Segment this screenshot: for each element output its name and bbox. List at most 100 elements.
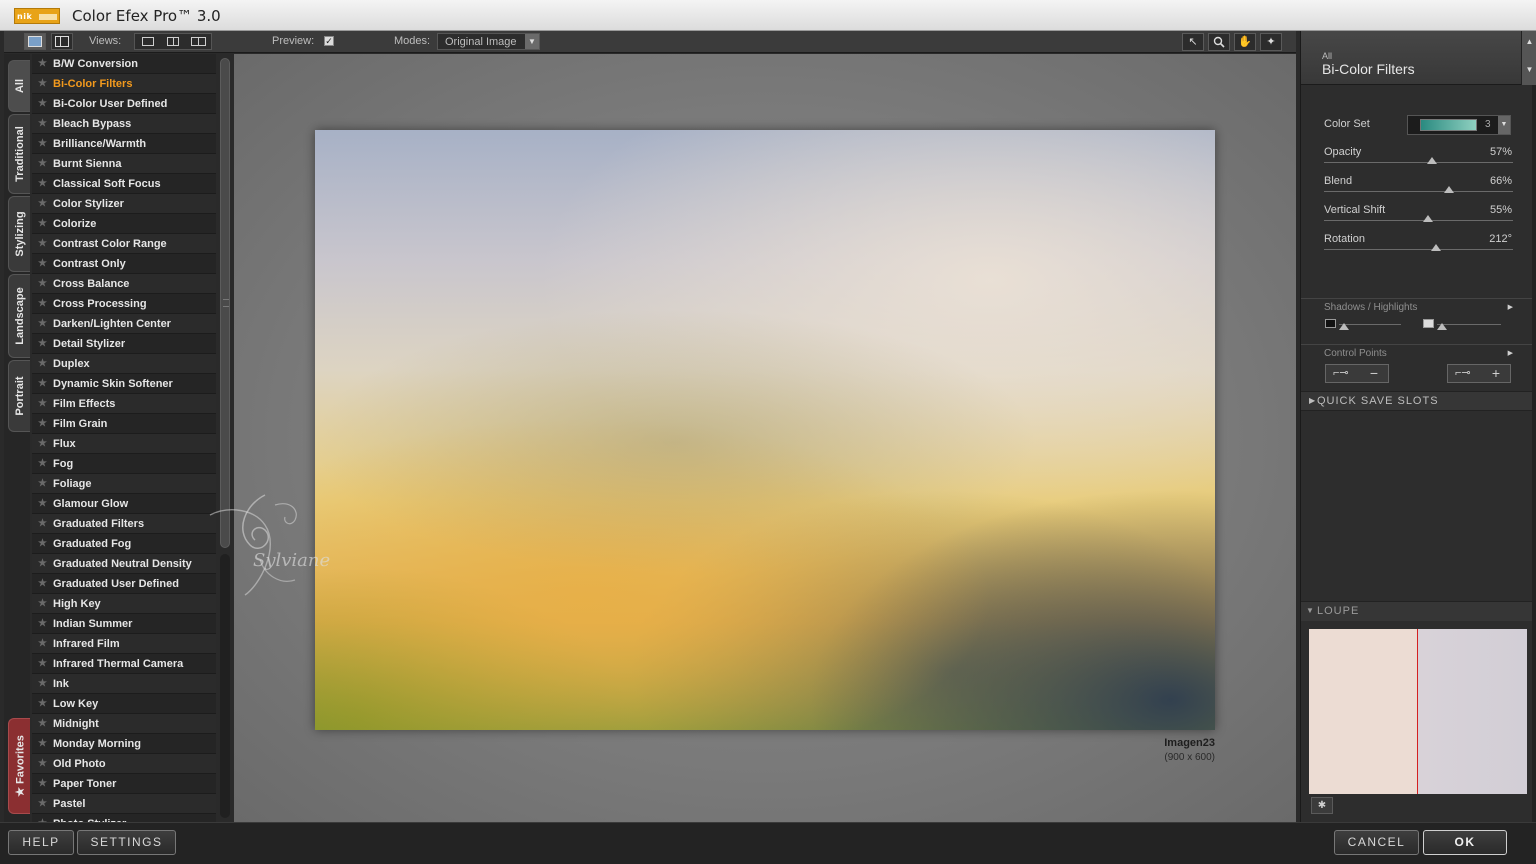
param-slider[interactable] — [1324, 186, 1513, 193]
favorite-star-icon[interactable]: ★ — [38, 714, 47, 734]
zoom-tool-button[interactable] — [1208, 33, 1230, 51]
favorite-star-icon[interactable]: ★ — [38, 774, 47, 794]
view-split-icon[interactable] — [167, 37, 179, 46]
filter-list-item[interactable]: ★ Color Stylizer — [32, 194, 216, 214]
single-image-view-button[interactable] — [24, 33, 46, 50]
color-set-select[interactable]: 3 ▼ — [1407, 115, 1511, 135]
filter-list-item[interactable]: ★ Darken/Lighten Center — [32, 314, 216, 334]
favorite-star-icon[interactable]: ★ — [38, 394, 47, 414]
favorite-star-icon[interactable]: ★ — [38, 494, 47, 514]
favorite-star-icon[interactable]: ★ — [38, 434, 47, 454]
loupe-pin-button[interactable]: ✱ — [1311, 797, 1333, 814]
shadows-slider-thumb[interactable] — [1339, 323, 1349, 330]
ok-button[interactable]: OK — [1423, 830, 1507, 855]
pointer-tool-button[interactable]: ↖ — [1182, 33, 1204, 51]
filter-list-item[interactable]: ★ Burnt Sienna — [32, 154, 216, 174]
filter-list-item[interactable]: ★ Duplex — [32, 354, 216, 374]
favorite-star-icon[interactable]: ★ — [38, 654, 47, 674]
filter-list-item[interactable]: ★ Infrared Thermal Camera — [32, 654, 216, 674]
favorite-star-icon[interactable]: ★ — [38, 474, 47, 494]
filter-list-item[interactable]: ★ Pastel — [32, 794, 216, 814]
favorite-star-icon[interactable]: ★ — [38, 374, 47, 394]
favorite-star-icon[interactable]: ★ — [38, 54, 47, 74]
tab-traditional[interactable]: Traditional — [8, 114, 30, 194]
view-single-icon[interactable] — [142, 37, 154, 46]
chevron-up-icon[interactable]: ▲ — [1522, 31, 1536, 53]
hand-tool-button[interactable]: ✋ — [1234, 33, 1256, 51]
favorite-star-icon[interactable]: ★ — [38, 534, 47, 554]
filter-list-item[interactable]: ★ Bi-Color Filters — [32, 74, 216, 94]
filter-list-item[interactable]: ★ Bi-Color User Defined — [32, 94, 216, 114]
remove-control-point-button[interactable]: ⌐⊸ − — [1325, 364, 1389, 383]
help-button[interactable]: HELP — [8, 830, 74, 855]
favorite-star-icon[interactable]: ★ — [38, 814, 47, 822]
tab-landscape[interactable]: Landscape — [8, 274, 30, 358]
favorite-star-icon[interactable]: ★ — [38, 74, 47, 94]
param-slider[interactable] — [1324, 244, 1513, 251]
favorite-star-icon[interactable]: ★ — [38, 234, 47, 254]
tab-favorites[interactable]: ★ Favorites — [8, 718, 30, 814]
filter-list-item[interactable]: ★ Film Grain — [32, 414, 216, 434]
favorite-star-icon[interactable]: ★ — [38, 154, 47, 174]
favorite-star-icon[interactable]: ★ — [38, 554, 47, 574]
favorite-star-icon[interactable]: ★ — [38, 174, 47, 194]
favorite-star-icon[interactable]: ★ — [38, 294, 47, 314]
filter-list-item[interactable]: ★ Dynamic Skin Softener — [32, 374, 216, 394]
favorite-star-icon[interactable]: ★ — [38, 414, 47, 434]
filter-list-item[interactable]: ★ Colorize — [32, 214, 216, 234]
favorite-star-icon[interactable]: ★ — [38, 514, 47, 534]
highlights-slider-thumb[interactable] — [1437, 323, 1447, 330]
filter-list-item[interactable]: ★ Detail Stylizer — [32, 334, 216, 354]
filter-list-item[interactable]: ★ Low Key — [32, 694, 216, 714]
favorite-star-icon[interactable]: ★ — [38, 594, 47, 614]
preview-canvas[interactable]: Imagen23 (900 x 600) — [234, 54, 1296, 822]
favorite-star-icon[interactable]: ★ — [38, 754, 47, 774]
favorite-star-icon[interactable]: ★ — [38, 674, 47, 694]
filter-list-item[interactable]: ★ Fog — [32, 454, 216, 474]
filter-list-item[interactable]: ★ Graduated User Defined — [32, 574, 216, 594]
favorite-star-icon[interactable]: ★ — [38, 454, 47, 474]
filter-list-item[interactable]: ★ Monday Morning — [32, 734, 216, 754]
favorite-star-icon[interactable]: ★ — [38, 694, 47, 714]
filter-list-item[interactable]: ★ Brilliance/Warmth — [32, 134, 216, 154]
favorite-star-icon[interactable]: ★ — [38, 194, 47, 214]
filter-list-item[interactable]: ★ Paper Toner — [32, 774, 216, 794]
loupe-header[interactable]: ▼ LOUPE — [1301, 601, 1536, 621]
param-slider-thumb[interactable] — [1431, 244, 1441, 251]
param-slider[interactable] — [1324, 215, 1513, 222]
tab-portrait[interactable]: Portrait — [8, 360, 30, 432]
filter-list-item[interactable]: ★Photo Stylizer — [32, 814, 216, 822]
loupe-preview[interactable] — [1309, 629, 1527, 794]
add-control-point-button[interactable]: ⌐⊸ + — [1447, 364, 1511, 383]
param-slider-thumb[interactable] — [1427, 157, 1437, 164]
filter-list-item[interactable]: ★ Film Effects — [32, 394, 216, 414]
scrollbar-thumb[interactable] — [220, 58, 230, 548]
favorite-star-icon[interactable]: ★ — [38, 354, 47, 374]
filter-list-item[interactable]: ★ High Key — [32, 594, 216, 614]
favorite-star-icon[interactable]: ★ — [38, 134, 47, 154]
filter-list-item[interactable]: ★ Flux — [32, 434, 216, 454]
filter-list-item[interactable]: ★ Cross Processing — [32, 294, 216, 314]
tab-stylizing[interactable]: Stylizing — [8, 196, 30, 272]
cancel-button[interactable]: CANCEL — [1334, 830, 1419, 855]
filter-list-item[interactable]: ★ Graduated Fog — [32, 534, 216, 554]
chevron-down-icon[interactable]: ▼ — [1522, 59, 1536, 81]
favorite-star-icon[interactable]: ★ — [38, 274, 47, 294]
panel-scrollbar[interactable] — [1532, 85, 1536, 822]
filter-list-item[interactable]: ★ Graduated Filters — [32, 514, 216, 534]
control-points-section[interactable]: Control Points ▶ — [1301, 344, 1536, 362]
favorite-star-icon[interactable]: ★ — [38, 114, 47, 134]
filter-list-item[interactable]: ★ Contrast Color Range — [32, 234, 216, 254]
panel-header-scroller[interactable]: ▲ ▼ — [1521, 31, 1536, 85]
filter-list-item[interactable]: ★ Infrared Film — [32, 634, 216, 654]
param-slider-thumb[interactable] — [1423, 215, 1433, 222]
shadows-highlights-section[interactable]: Shadows / Highlights ▶ — [1301, 298, 1536, 316]
preview-image[interactable] — [315, 130, 1215, 730]
list-view-button[interactable] — [51, 33, 73, 50]
favorite-star-icon[interactable]: ★ — [38, 634, 47, 654]
favorite-star-icon[interactable]: ★ — [38, 334, 47, 354]
filter-list-item[interactable]: ★ Ink — [32, 674, 216, 694]
favorite-star-icon[interactable]: ★ — [38, 214, 47, 234]
filter-list-item[interactable]: ★ Bleach Bypass — [32, 114, 216, 134]
view-side-by-side-icon[interactable] — [191, 37, 206, 46]
